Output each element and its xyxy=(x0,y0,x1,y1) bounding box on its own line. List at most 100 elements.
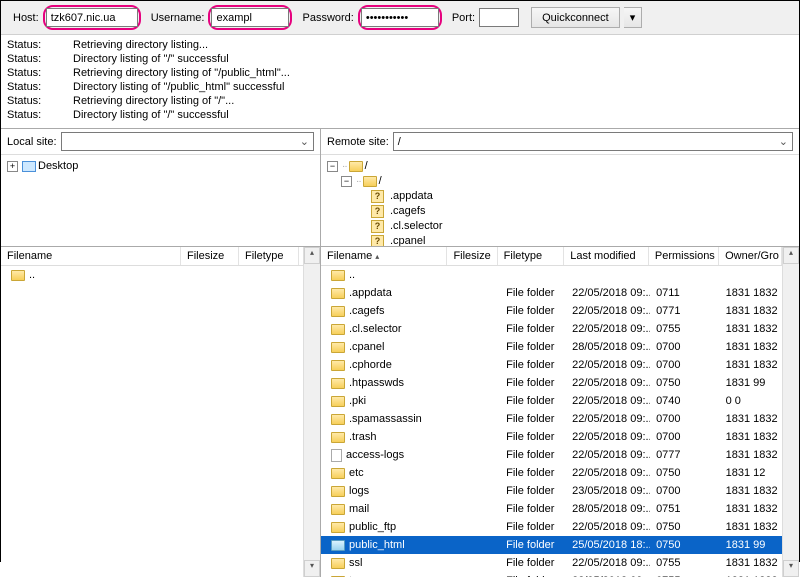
col-filename[interactable]: Filename▴ xyxy=(321,247,447,265)
filename-text: .. xyxy=(29,269,35,281)
folder-icon xyxy=(331,270,345,281)
owner-text: 1831 12 xyxy=(720,467,782,479)
folder-icon xyxy=(331,468,345,479)
lastmodified-text: 25/05/2018 18:... xyxy=(566,539,650,551)
list-item[interactable]: access-logsFile folder22/05/2018 09:...0… xyxy=(321,446,782,464)
log-line: Status:Directory listing of "/" successf… xyxy=(7,52,793,66)
col-owner[interactable]: Owner/Gro xyxy=(719,247,782,265)
list-item[interactable]: .cphordeFile folder22/05/2018 09:...0700… xyxy=(321,356,782,374)
password-input[interactable] xyxy=(361,8,439,27)
log-line: Status:Directory listing of "/" successf… xyxy=(7,108,793,122)
local-listview[interactable]: Filename Filesize Filetype .. xyxy=(1,247,303,577)
list-item[interactable]: mailFile folder28/05/2018 09:...07511831… xyxy=(321,500,782,518)
permissions-text: 0751 xyxy=(650,503,720,515)
filename-text: .cpanel xyxy=(349,341,384,353)
list-item[interactable]: sslFile folder22/05/2018 09:...07551831 … xyxy=(321,554,782,572)
folder-icon xyxy=(11,270,25,281)
col-filesize[interactable]: Filesize xyxy=(447,247,497,265)
list-item[interactable]: .. xyxy=(321,266,782,284)
tree-node[interactable]: ?.cagefs xyxy=(327,204,793,219)
list-item[interactable]: .trashFile folder22/05/2018 09:...070018… xyxy=(321,428,782,446)
remote-scrollbar[interactable]: ▴ ▾ xyxy=(782,247,799,577)
quickconnect-button[interactable]: Quickconnect xyxy=(531,7,620,28)
port-input[interactable] xyxy=(479,8,519,27)
list-item[interactable]: .spamassassinFile folder22/05/2018 09:..… xyxy=(321,410,782,428)
collapse-icon[interactable]: − xyxy=(341,176,352,187)
list-item[interactable]: etcFile folder22/05/2018 09:...07501831 … xyxy=(321,464,782,482)
folder-icon xyxy=(331,558,345,569)
filetype-text: File folder xyxy=(500,449,566,461)
folder-icon xyxy=(331,432,345,443)
list-item[interactable]: .cagefsFile folder22/05/2018 09:...07711… xyxy=(321,302,782,320)
scroll-up-icon[interactable]: ▴ xyxy=(304,247,320,264)
list-item[interactable]: .cpanelFile folder28/05/2018 09:...07001… xyxy=(321,338,782,356)
scroll-down-icon[interactable]: ▾ xyxy=(304,560,320,577)
expand-icon[interactable]: + xyxy=(7,161,18,172)
local-list-body[interactable]: .. xyxy=(1,266,303,577)
local-scrollbar[interactable]: ▴ ▾ xyxy=(303,247,320,577)
tree-node[interactable]: ?.appdata xyxy=(327,189,793,204)
filetype-text: File folder xyxy=(500,467,566,479)
folder-icon xyxy=(331,522,345,533)
owner-text: 1831 1832 xyxy=(720,521,782,533)
owner-text: 1831 1832 xyxy=(720,449,782,461)
owner-text: 1831 1832 xyxy=(720,341,782,353)
tree-node-root[interactable]: − ·· / xyxy=(327,159,793,174)
lastmodified-text: 22/05/2018 09:... xyxy=(566,323,650,335)
remote-pane: Remote site: / ⌄ − ·· / − ·· / ?.appdata… xyxy=(321,129,799,246)
lastmodified-text: 22/05/2018 09:... xyxy=(566,305,650,317)
local-site-row: Local site: ⌄ xyxy=(1,129,320,155)
col-lastmodified[interactable]: Last modified xyxy=(564,247,649,265)
tree-node[interactable]: ?.cl.selector xyxy=(327,219,793,234)
collapse-icon[interactable]: − xyxy=(327,161,338,172)
list-item[interactable]: logsFile folder23/05/2018 09:...07001831… xyxy=(321,482,782,500)
local-tree[interactable]: + Desktop xyxy=(1,155,320,246)
folder-icon xyxy=(363,176,377,187)
lastmodified-text: 22/05/2018 09:... xyxy=(566,359,650,371)
list-item[interactable]: .cl.selectorFile folder22/05/2018 09:...… xyxy=(321,320,782,338)
remote-list-body[interactable]: ...appdataFile folder22/05/2018 09:...07… xyxy=(321,266,782,577)
username-input[interactable] xyxy=(211,8,289,27)
host-input[interactable] xyxy=(46,8,138,27)
filetype-text: File folder xyxy=(500,521,566,533)
filename-text: .cl.selector xyxy=(349,323,402,335)
tree-node[interactable]: ?.cpanel xyxy=(327,234,793,246)
col-permissions[interactable]: Permissions xyxy=(649,247,719,265)
folder-icon xyxy=(331,306,345,317)
remote-list-wrapper: Filename▴ Filesize Filetype Last modifie… xyxy=(321,247,799,577)
tree-node-desktop[interactable]: + Desktop xyxy=(7,159,314,174)
permissions-text: 0700 xyxy=(650,341,720,353)
tree-node[interactable]: − ·· / xyxy=(327,174,793,189)
remote-listview[interactable]: Filename▴ Filesize Filetype Last modifie… xyxy=(321,247,782,577)
col-filesize[interactable]: Filesize xyxy=(181,247,239,265)
col-filetype[interactable]: Filetype xyxy=(498,247,565,265)
col-filetype[interactable]: Filetype xyxy=(239,247,299,265)
lastmodified-text: 22/05/2018 09:... xyxy=(566,287,650,299)
list-item[interactable]: tmpFile folder28/05/2018 09:...07551831 … xyxy=(321,572,782,577)
permissions-text: 0700 xyxy=(650,359,720,371)
list-item[interactable]: .appdataFile folder22/05/2018 09:...0711… xyxy=(321,284,782,302)
list-item[interactable]: public_ftpFile folder22/05/2018 09:...07… xyxy=(321,518,782,536)
filetype-text: File folder xyxy=(500,341,566,353)
owner-text: 1831 1832 xyxy=(720,323,782,335)
owner-text: 1831 1832 xyxy=(720,503,782,515)
col-filename[interactable]: Filename xyxy=(1,247,181,265)
filename-text: .cagefs xyxy=(349,305,384,317)
remote-tree[interactable]: − ·· / − ·· / ?.appdata ?.cagefs ?.cl.se… xyxy=(321,155,799,246)
unknown-icon: ? xyxy=(371,220,384,233)
username-label: Username: xyxy=(151,12,205,24)
scroll-down-icon[interactable]: ▾ xyxy=(783,560,799,577)
folder-icon xyxy=(331,504,345,515)
local-site-combo[interactable]: ⌄ xyxy=(61,132,314,151)
list-item-parent[interactable]: .. xyxy=(1,266,303,284)
remote-site-combo[interactable]: / ⌄ xyxy=(393,132,793,151)
local-list-wrapper: Filename Filesize Filetype .. ▴ ▾ xyxy=(1,247,321,577)
remote-site-label: Remote site: xyxy=(327,136,389,148)
filetype-text: File folder xyxy=(500,395,566,407)
tree-label: .cagefs xyxy=(390,204,425,219)
list-item[interactable]: .pkiFile folder22/05/2018 09:...07400 0 xyxy=(321,392,782,410)
quickconnect-dropdown[interactable]: ▾ xyxy=(624,7,643,28)
scroll-up-icon[interactable]: ▴ xyxy=(783,247,799,264)
list-item[interactable]: .htpasswdsFile folder22/05/2018 09:...07… xyxy=(321,374,782,392)
list-item[interactable]: public_htmlFile folder25/05/2018 18:...0… xyxy=(321,536,782,554)
